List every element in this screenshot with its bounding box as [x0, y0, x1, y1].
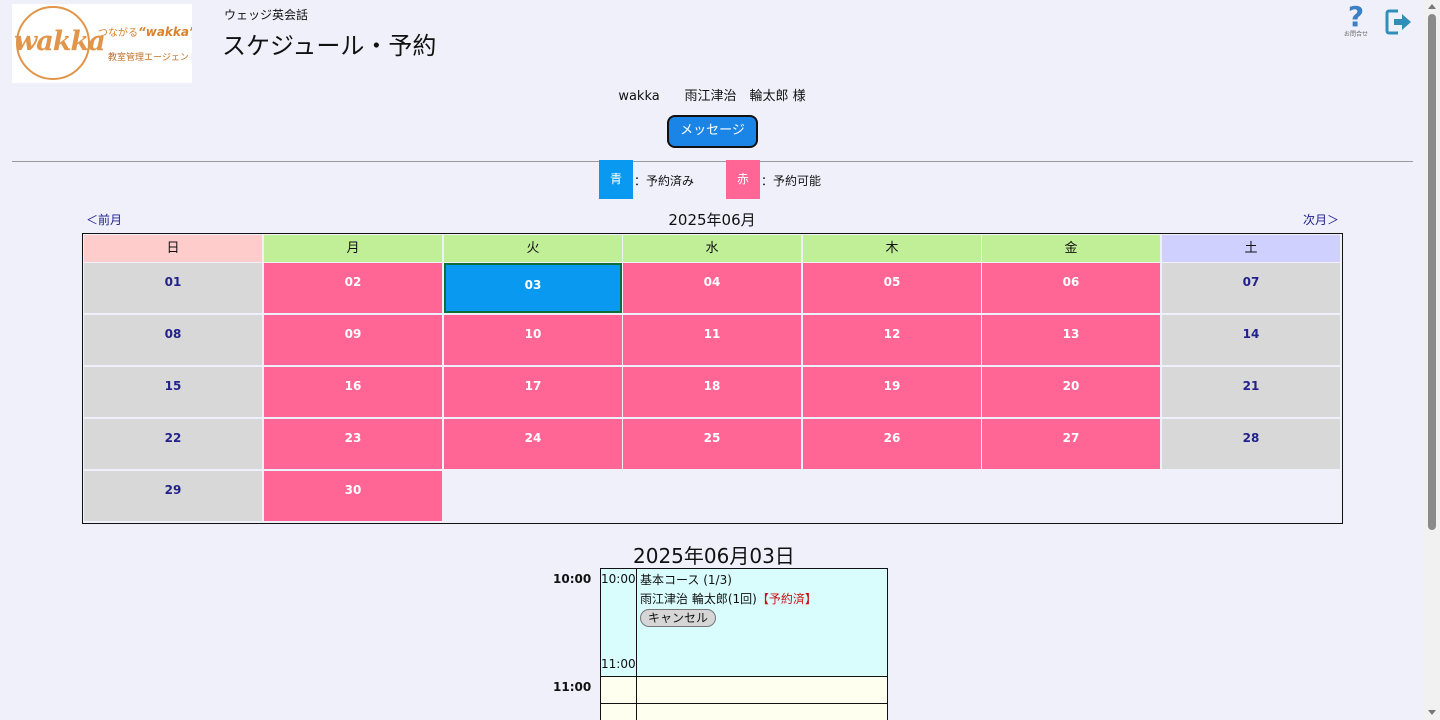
- calendar-day[interactable]: 24: [444, 419, 622, 469]
- calendar-day[interactable]: 17: [444, 367, 622, 417]
- message-button[interactable]: メッセージ: [667, 115, 758, 148]
- calendar-day[interactable]: 08: [84, 315, 262, 365]
- scroll-up-arrow[interactable]: [1428, 4, 1436, 9]
- weekday-header: 土: [1162, 235, 1340, 262]
- logo-word: wakka: [14, 26, 106, 57]
- logo-tag-word: “wakka”: [138, 25, 192, 39]
- calendar-day[interactable]: 15: [84, 367, 262, 417]
- scroll-thumb[interactable]: [1428, 14, 1436, 530]
- lesson-student-line: 雨江津治 輪太郎(1回)【予約済】 キャンセル: [640, 590, 820, 628]
- calendar-day[interactable]: 13: [982, 315, 1160, 365]
- student-name: 雨江津治 輪太郎(1回): [640, 592, 757, 606]
- help-label: お問合せ: [1343, 31, 1368, 38]
- legend-booked-text: ：予約済み: [634, 174, 695, 188]
- calendar-day[interactable]: 09: [264, 315, 442, 365]
- calendar-day[interactable]: 30: [264, 471, 442, 521]
- calendar-day[interactable]: 25: [623, 419, 801, 469]
- calendar-day[interactable]: 29: [84, 471, 262, 521]
- calendar-day[interactable]: 07: [1162, 263, 1340, 313]
- page-title: スケジュール・予約: [222, 32, 437, 60]
- weekday-header: 水: [623, 235, 801, 262]
- calendar-day[interactable]: 03: [444, 263, 622, 313]
- school-name: ウェッジ英会話: [224, 8, 309, 22]
- user-greeting: wakka 雨江津治 輪太郎 様: [618, 89, 806, 104]
- calendar-day[interactable]: 06: [982, 263, 1160, 313]
- empty-slot-time: [600, 676, 638, 704]
- schedule-date-title: 2025年06月03日: [633, 544, 795, 568]
- calendar-day[interactable]: 10: [444, 315, 622, 365]
- time-label-10: 10:00: [553, 572, 592, 586]
- calendar-day[interactable]: 11: [623, 315, 801, 365]
- empty-slot[interactable]: [636, 676, 888, 704]
- calendar-day[interactable]: 27: [982, 419, 1160, 469]
- calendar-day[interactable]: 28: [1162, 419, 1340, 469]
- calendar-day[interactable]: 16: [264, 367, 442, 417]
- time-label-11: 11:00: [553, 680, 592, 694]
- logo-tag-prefix: つながる: [98, 28, 138, 39]
- scrollbar[interactable]: [1424, 0, 1440, 720]
- weekday-header: 金: [982, 235, 1160, 262]
- month-title: 2025年06月: [668, 211, 756, 229]
- page: wakka つながる“wakka” 教室管理エージェント ウェッジ英会話 スケジ…: [0, 0, 1440, 720]
- course-name: 基本コース (1/3): [640, 573, 732, 587]
- calendar-day[interactable]: 02: [264, 263, 442, 313]
- legend-available-box: 赤: [726, 160, 760, 199]
- wakka-logo: wakka つながる“wakka” 教室管理エージェント: [12, 4, 192, 83]
- calendar-day[interactable]: 14: [1162, 315, 1340, 365]
- calendar-day[interactable]: 05: [803, 263, 981, 313]
- divider: [12, 161, 1413, 162]
- logo-tagline: つながる“wakka”: [98, 24, 192, 39]
- legend-booked-box: 青: [599, 160, 633, 199]
- calendar-day[interactable]: 01: [84, 263, 262, 313]
- calendar-day[interactable]: 21: [1162, 367, 1340, 417]
- calendar-day[interactable]: 26: [803, 419, 981, 469]
- calendar-day[interactable]: 19: [803, 367, 981, 417]
- calendar-day[interactable]: 12: [803, 315, 981, 365]
- question-mark-glyph: ?: [1347, 0, 1365, 33]
- logo-subtitle: 教室管理エージェント: [108, 53, 192, 63]
- calendar-day[interactable]: 18: [623, 367, 801, 417]
- cancel-button[interactable]: キャンセル: [640, 609, 717, 627]
- scroll-down-arrow[interactable]: [1428, 710, 1436, 715]
- booking-status: 【予約済】: [756, 592, 817, 606]
- empty-slot-time: [600, 703, 638, 720]
- logout-icon[interactable]: [1384, 7, 1414, 37]
- empty-slot[interactable]: [636, 703, 888, 720]
- next-month-link[interactable]: 次月＞: [1303, 211, 1339, 228]
- legend-available-text: ：予約可能: [761, 174, 822, 188]
- weekday-header: 月: [264, 235, 442, 262]
- weekday-header: 木: [803, 235, 981, 262]
- weekday-header: 火: [444, 235, 622, 262]
- slot-start-time: 10:00: [601, 572, 636, 586]
- calendar-day[interactable]: 04: [623, 263, 801, 313]
- slot-end-time: 11:00: [601, 657, 636, 671]
- calendar-day[interactable]: 22: [84, 419, 262, 469]
- calendar-grid: 日月火水木金土 01 02 03 04 05 06 07 08 09 10 11 12 13 14 15 16 1…: [82, 233, 1343, 524]
- calendar-day[interactable]: 20: [982, 367, 1160, 417]
- lesson-details: 基本コース (1/3) 雨江津治 輪太郎(1回)【予約済】 キャンセル: [640, 571, 820, 628]
- help-icon[interactable]: ? お問合せ: [1340, 2, 1372, 40]
- logout-icon-svg: [1385, 9, 1411, 35]
- calendar-day[interactable]: 23: [264, 419, 442, 469]
- weekday-header: 日: [84, 235, 262, 262]
